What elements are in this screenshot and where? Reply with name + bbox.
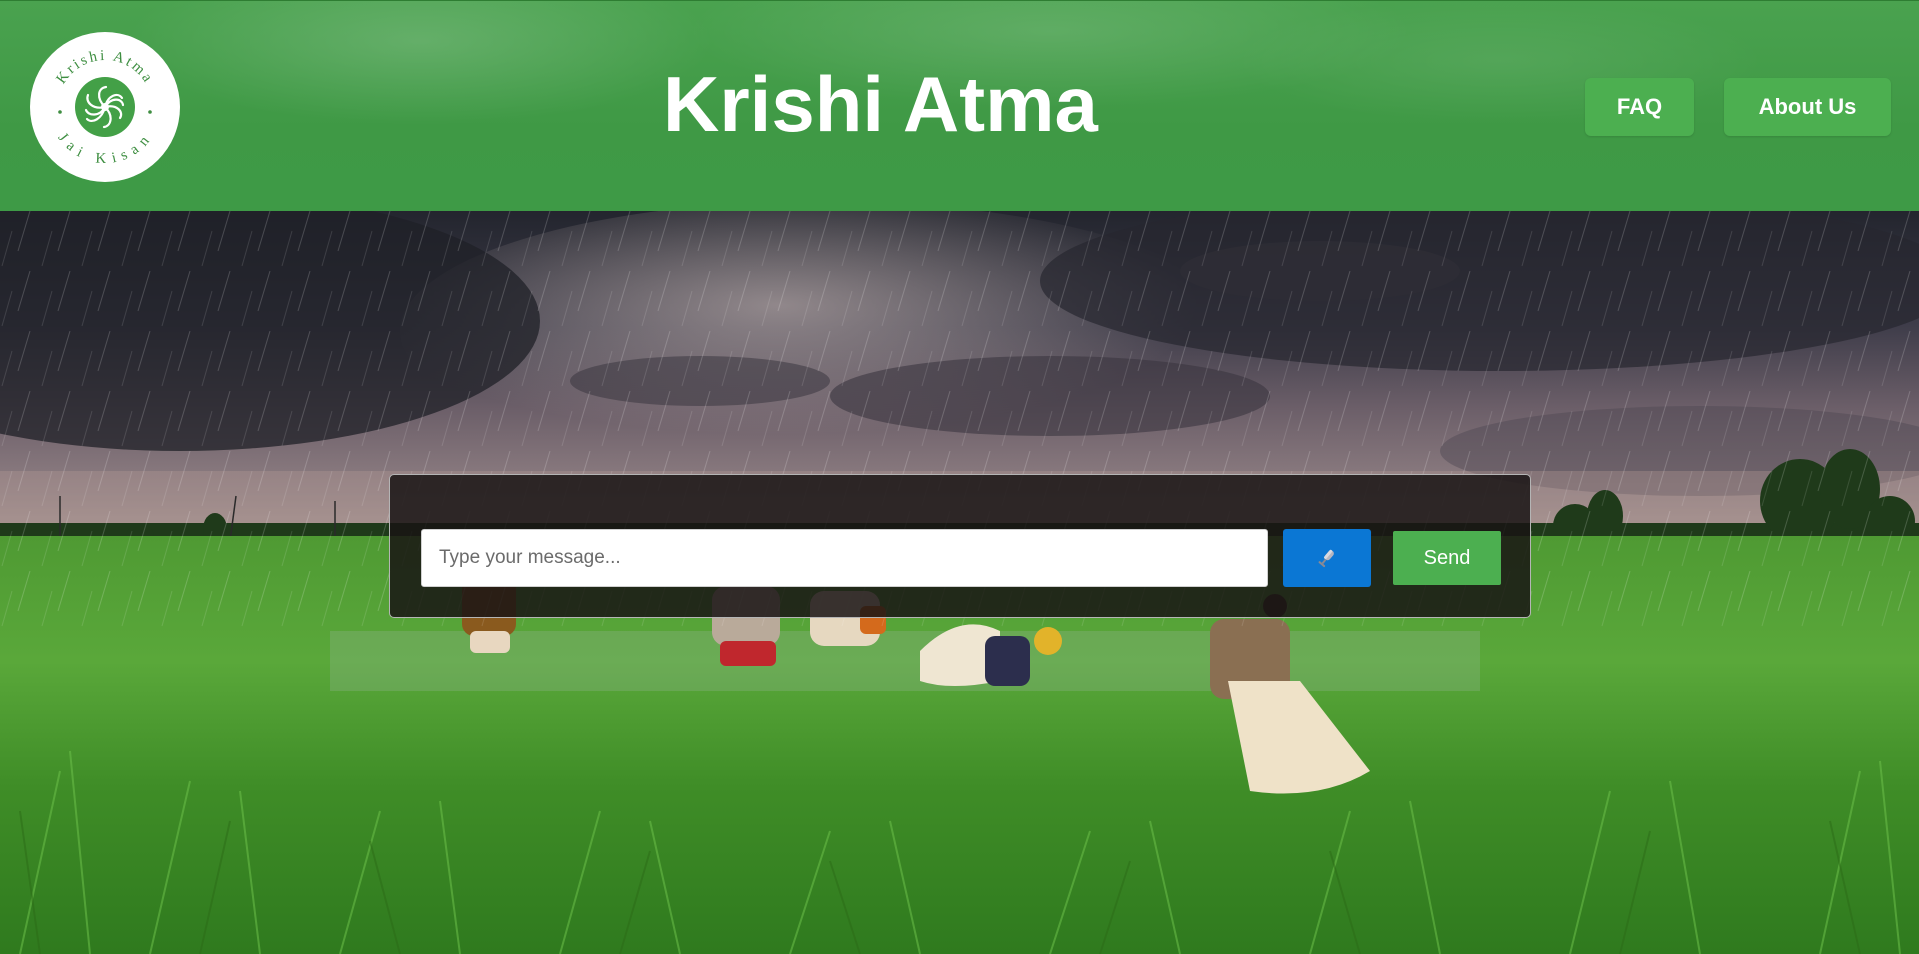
- microphone-button[interactable]: [1283, 529, 1371, 587]
- chat-input-panel: Send: [389, 474, 1531, 618]
- site-header: Krishi Atma Jai Kisan Krishi Atma FAQ Ab…: [0, 0, 1919, 211]
- microphone-icon: [1318, 549, 1334, 568]
- faq-button[interactable]: FAQ: [1585, 78, 1694, 136]
- send-button[interactable]: Send: [1393, 531, 1501, 585]
- logo[interactable]: Krishi Atma Jai Kisan: [30, 32, 180, 182]
- flower-swirl-icon: [75, 77, 135, 137]
- message-input[interactable]: [421, 529, 1268, 587]
- page-title: Krishi Atma: [663, 60, 1098, 148]
- about-us-button[interactable]: About Us: [1724, 78, 1891, 136]
- logo-graphic: Krishi Atma Jai Kisan: [53, 48, 154, 167]
